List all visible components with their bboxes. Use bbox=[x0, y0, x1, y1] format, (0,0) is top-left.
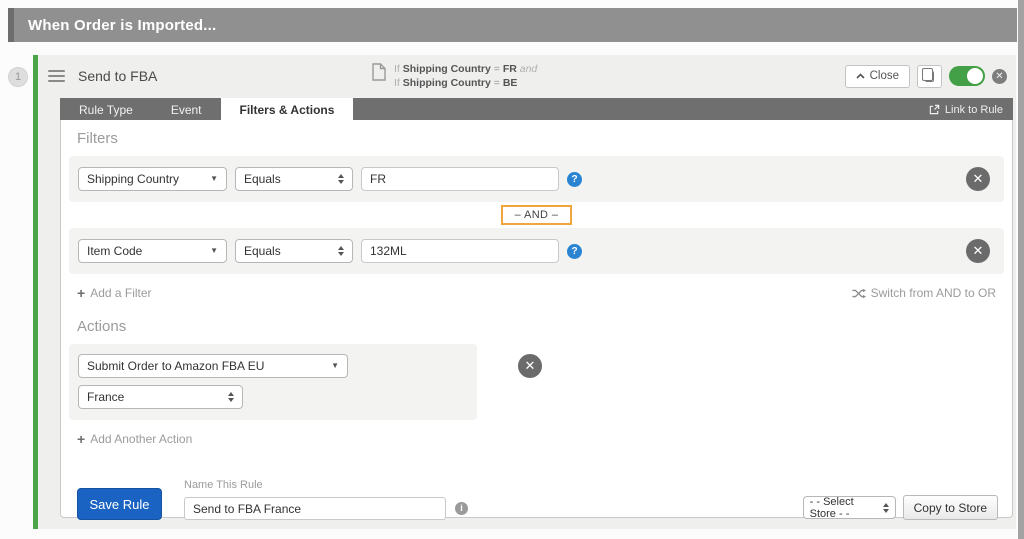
conjunction-badge: – AND – bbox=[501, 205, 573, 225]
rule-tab-bar: Rule Type Event Filters & Actions Link t… bbox=[60, 98, 1013, 121]
rule-footer: Save Rule Name This Rule i - - Select St… bbox=[77, 479, 998, 520]
condition-line: If Shipping Country = BE bbox=[394, 76, 537, 90]
switch-and-or-link[interactable]: Switch from AND to OR bbox=[852, 286, 996, 300]
remove-filter-button[interactable]: ✕ bbox=[966, 167, 990, 191]
actions-heading: Actions bbox=[77, 318, 1004, 335]
remove-action-button[interactable]: ✕ bbox=[518, 354, 542, 378]
duplicate-rule-button[interactable] bbox=[917, 65, 942, 88]
filter-operator-select[interactable]: Equals bbox=[235, 239, 353, 263]
event-title: When Order is Imported... bbox=[14, 17, 216, 34]
collapse-rule-button[interactable]: Close bbox=[845, 65, 910, 88]
chevron-up-icon bbox=[856, 73, 865, 79]
action-type-select[interactable]: Submit Order to Amazon FBA EU ▼ bbox=[78, 354, 348, 378]
chevron-down-icon: ▼ bbox=[331, 362, 339, 370]
rule-enabled-toggle[interactable] bbox=[949, 66, 985, 86]
rule-name-input[interactable] bbox=[184, 497, 446, 520]
rule-index-badge: 1 bbox=[8, 67, 28, 87]
drag-handle-icon[interactable] bbox=[48, 70, 65, 82]
plus-icon: + bbox=[77, 432, 85, 446]
vertical-scrollbar[interactable] bbox=[1018, 0, 1024, 539]
filter-value-input[interactable] bbox=[361, 239, 559, 263]
filter-row: Shipping Country ▼ Equals ? ✕ bbox=[69, 156, 1004, 202]
external-link-icon bbox=[929, 104, 940, 115]
stepper-icon bbox=[883, 503, 889, 513]
rule-name-label: Name This Rule bbox=[184, 479, 446, 491]
link-to-rule-button[interactable]: Link to Rule bbox=[919, 98, 1013, 121]
event-header-bar: When Order is Imported... bbox=[8, 8, 1017, 42]
action-card: Submit Order to Amazon FBA EU ▼ France ✕ bbox=[69, 344, 477, 420]
tab-event[interactable]: Event bbox=[152, 98, 221, 121]
stepper-icon bbox=[338, 174, 344, 184]
filters-actions-panel: Filters Shipping Country ▼ Equals ? ✕ – … bbox=[60, 120, 1013, 518]
rule-conditions-summary: If Shipping Country = FR and If Shipping… bbox=[372, 62, 537, 90]
remove-filter-button[interactable]: ✕ bbox=[966, 239, 990, 263]
copy-to-store-button[interactable]: Copy to Store bbox=[903, 495, 998, 520]
info-icon[interactable]: i bbox=[455, 502, 468, 515]
filter-operator-select[interactable]: Equals bbox=[235, 167, 353, 191]
rule-card: Send to FBA If Shipping Country = FR and… bbox=[33, 55, 1016, 529]
tab-filters-actions[interactable]: Filters & Actions bbox=[221, 98, 354, 121]
tab-rule-type[interactable]: Rule Type bbox=[60, 98, 152, 121]
rule-header: Send to FBA If Shipping Country = FR and… bbox=[38, 55, 1016, 97]
action-option-select[interactable]: France bbox=[78, 385, 243, 409]
add-filter-link[interactable]: + Add a Filter bbox=[77, 286, 152, 300]
save-rule-button[interactable]: Save Rule bbox=[77, 488, 162, 520]
shuffle-icon bbox=[852, 288, 866, 299]
help-icon[interactable]: ? bbox=[567, 172, 582, 187]
filter-field-select[interactable]: Item Code ▼ bbox=[78, 239, 227, 263]
copy-icon bbox=[925, 71, 934, 82]
delete-rule-button[interactable]: ✕ bbox=[992, 69, 1007, 84]
store-select[interactable]: - - Select Store - - bbox=[803, 496, 896, 519]
chevron-down-icon: ▼ bbox=[210, 247, 218, 255]
plus-icon: + bbox=[77, 286, 85, 300]
document-icon bbox=[372, 63, 386, 90]
stepper-icon bbox=[338, 246, 344, 256]
filter-value-input[interactable] bbox=[361, 167, 559, 191]
condition-line: If Shipping Country = FR and bbox=[394, 62, 537, 76]
stepper-icon bbox=[228, 392, 234, 402]
filters-heading: Filters bbox=[77, 130, 1004, 147]
filter-field-select[interactable]: Shipping Country ▼ bbox=[78, 167, 227, 191]
help-icon[interactable]: ? bbox=[567, 244, 582, 259]
add-action-link[interactable]: + Add Another Action bbox=[77, 432, 996, 446]
rule-title: Send to FBA bbox=[78, 68, 157, 84]
chevron-down-icon: ▼ bbox=[210, 175, 218, 183]
filter-row: Item Code ▼ Equals ? ✕ bbox=[69, 228, 1004, 274]
